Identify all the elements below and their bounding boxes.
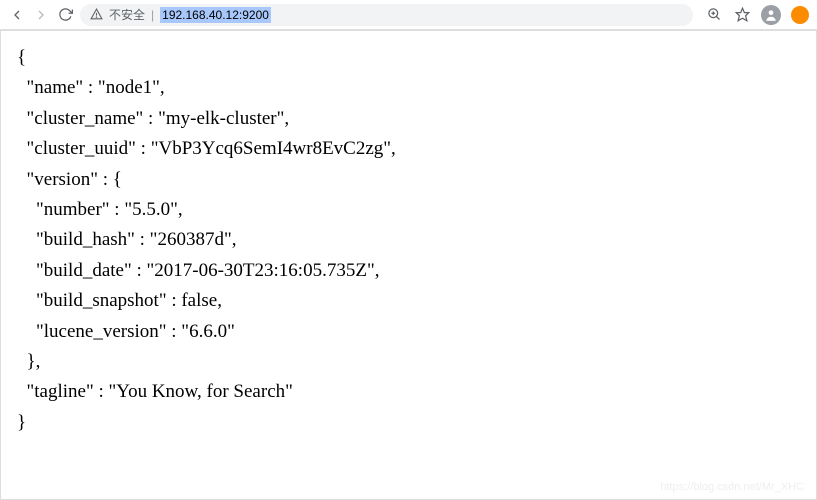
field-cluster-uuid: VbP3Ycq6SemI4wr8EvC2zg — [158, 138, 383, 159]
profile-avatar[interactable] — [761, 5, 781, 25]
zoom-icon[interactable] — [705, 6, 723, 24]
field-version-number: 5.5.0 — [132, 199, 170, 220]
browser-toolbar: 不安全 | 192.168.40.12:9200 — [0, 0, 817, 30]
reload-button[interactable] — [56, 6, 74, 24]
address-divider: | — [151, 8, 154, 22]
url-text[interactable]: 192.168.40.12:9200 — [160, 7, 271, 23]
back-button[interactable] — [8, 6, 26, 24]
forward-button[interactable] — [32, 6, 50, 24]
field-build-hash: 260387d — [157, 229, 224, 250]
field-lucene-version: 6.6.0 — [189, 321, 227, 342]
field-build-snapshot: false — [181, 290, 217, 311]
json-response-body: { "name" : "node1", "cluster_name" : "my… — [1, 31, 816, 450]
field-tagline: You Know, for Search — [116, 381, 285, 402]
bookmark-icon[interactable] — [733, 6, 751, 24]
field-name: node1 — [106, 77, 152, 98]
notification-badge[interactable] — [791, 6, 809, 24]
field-cluster-name: my-elk-cluster — [166, 108, 277, 129]
toolbar-right — [705, 5, 809, 25]
field-build-date: 2017-06-30T23:16:05.735Z — [154, 260, 367, 281]
watermark-text: https://blog.csdn.net/Mr_XHC — [660, 481, 804, 493]
page-viewport: { "name" : "node1", "cluster_name" : "my… — [0, 30, 817, 500]
address-bar[interactable]: 不安全 | 192.168.40.12:9200 — [80, 4, 693, 26]
not-secure-label: 不安全 — [109, 6, 145, 23]
not-secure-icon — [90, 8, 103, 21]
